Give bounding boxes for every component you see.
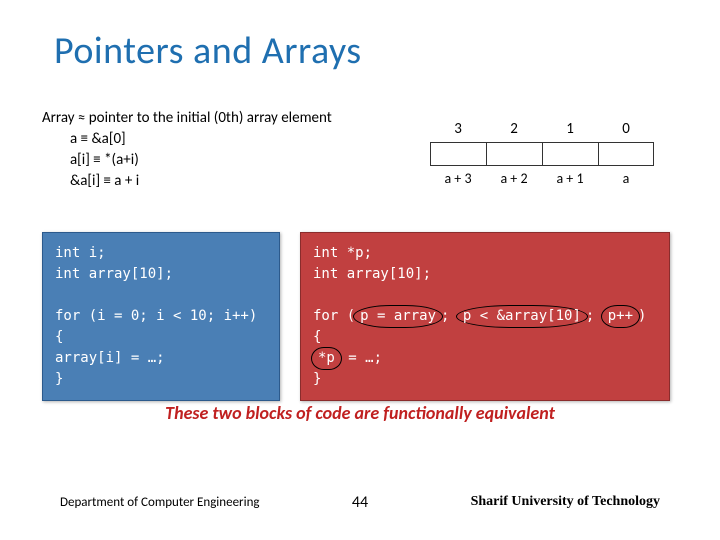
diag-index-3: 3 xyxy=(430,120,486,138)
diag-cell xyxy=(542,142,598,166)
code-line: int array[10]; xyxy=(55,264,267,285)
code-block-index: int i; int array[10]; for (i = 0; i < 10… xyxy=(42,232,280,401)
code-line: *p = …; xyxy=(313,348,657,369)
slide-title: Pointers and Arrays xyxy=(0,0,720,74)
code-line: int i; xyxy=(55,243,267,264)
diag-label-1: a + 1 xyxy=(542,170,598,187)
oval-annotation: p < &array[10] xyxy=(456,305,588,328)
diag-label-3: a + 3 xyxy=(430,170,486,187)
explanation-text: Array ≈ pointer to the initial (0th) arr… xyxy=(42,108,332,192)
code-line: { xyxy=(313,327,657,348)
code-line: array[i] = …; xyxy=(55,348,267,369)
array-diagram: 3 2 1 0 a + 3 a + 2 a + 1 a xyxy=(430,120,654,187)
code-line: { xyxy=(55,327,267,348)
code-block-pointer: int *p; int array[10]; for (p = array; p… xyxy=(300,232,670,401)
diag-cell xyxy=(430,142,486,166)
explain-line3: a[i] ≡ *(a+i) xyxy=(42,150,332,171)
diag-index-1: 1 xyxy=(542,120,598,138)
diag-cell xyxy=(598,142,654,166)
diag-label-2: a + 2 xyxy=(486,170,542,187)
oval-annotation: p = array xyxy=(353,305,443,328)
explain-line2: a ≡ &a[0] xyxy=(42,129,332,150)
explain-line4: &a[i] ≡ a + i xyxy=(42,171,332,192)
diag-index-2: 2 xyxy=(486,120,542,138)
code-line: for (i = 0; i < 10; i++) xyxy=(55,306,267,327)
oval-annotation: *p xyxy=(311,347,342,370)
explain-line1: Array ≈ pointer to the initial (0th) arr… xyxy=(42,108,332,129)
code-line xyxy=(313,285,657,306)
diag-label-0: a xyxy=(598,170,654,187)
code-line: } xyxy=(55,369,267,390)
code-line: int *p; xyxy=(313,243,657,264)
equivalence-statement: These two blocks of code are functionall… xyxy=(0,402,720,424)
oval-annotation: p++ xyxy=(601,305,640,328)
code-line: for (p = array; p < &array[10]; p++) xyxy=(313,306,657,327)
diag-index-0: 0 xyxy=(598,120,654,138)
diag-cell xyxy=(486,142,542,166)
code-line xyxy=(55,285,267,306)
footer-university: Sharif University of Technology xyxy=(471,494,660,510)
footer-department: Department of Computer Engineering xyxy=(60,495,260,510)
code-line: } xyxy=(313,369,657,390)
page-number: 44 xyxy=(352,493,368,512)
code-line: int array[10]; xyxy=(313,264,657,285)
